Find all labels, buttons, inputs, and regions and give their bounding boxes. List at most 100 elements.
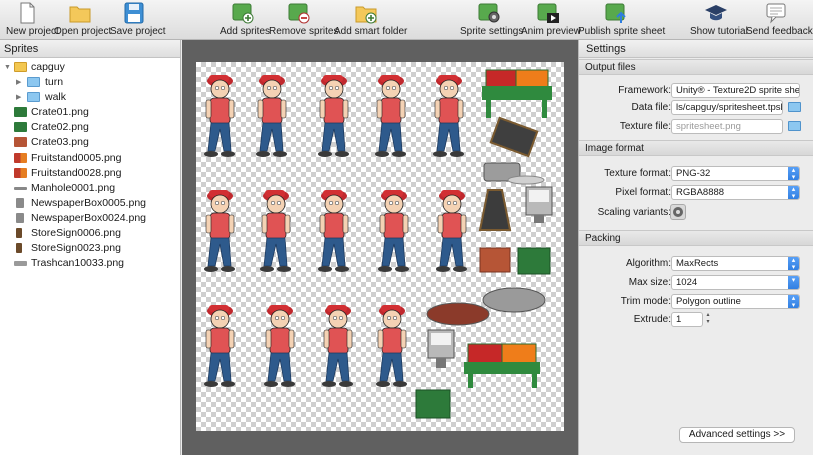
gear-icon bbox=[478, 3, 500, 23]
algorithm-label: Algorithm: bbox=[625, 258, 671, 269]
trim-mode-value: Polygon outline bbox=[676, 296, 741, 307]
capguy-sprite bbox=[377, 189, 410, 273]
store-sign-thumbnail-icon bbox=[16, 228, 22, 239]
extrude-stepper-icon[interactable]: ▴ ▾ bbox=[704, 312, 712, 327]
tree-item-crate01[interactable]: Crate01.png bbox=[0, 105, 180, 120]
browse-texture-file-folder-icon[interactable] bbox=[788, 121, 801, 131]
manhole-thumbnail-icon bbox=[14, 186, 27, 190]
play-preview-icon bbox=[537, 3, 559, 23]
add-sprites-label: Add sprites bbox=[220, 26, 271, 37]
newspaper-box-thumbnail-icon bbox=[16, 212, 24, 223]
add-sprites-button[interactable]: Add sprites bbox=[220, 2, 271, 38]
folder-icon bbox=[27, 77, 40, 88]
tree-item-fruitstand0028[interactable]: Fruitstand0028.png bbox=[0, 166, 180, 181]
newspaper-box-sprite bbox=[525, 186, 553, 223]
framework-select[interactable]: Unity® - Texture2D sprite sheet bbox=[671, 83, 800, 98]
remove-sprites-button[interactable]: Remove sprites bbox=[269, 2, 339, 38]
extrude-field[interactable]: 1 bbox=[671, 312, 703, 327]
speech-bubble-icon bbox=[766, 3, 786, 24]
send-feedback-label: Send feedback bbox=[746, 26, 813, 37]
sprite-settings-label: Sprite settings bbox=[460, 26, 524, 37]
new-project-button[interactable]: New project bbox=[6, 2, 59, 38]
crate-sprite bbox=[415, 389, 451, 419]
capguy-sprite bbox=[435, 189, 468, 273]
settings-panel: Settings Output files Framework: Unity® … bbox=[578, 40, 813, 455]
fruitstand-thumbnail-icon bbox=[14, 167, 27, 178]
sprite-sheet-preview[interactable] bbox=[196, 62, 564, 431]
remove-sprite-icon bbox=[288, 3, 310, 24]
save-project-button[interactable]: Save project bbox=[110, 2, 166, 38]
tree-item-label: capguy bbox=[31, 61, 65, 73]
extrude-label: Extrude: bbox=[633, 314, 671, 325]
texture-file-field[interactable]: spritesheet.png bbox=[671, 119, 783, 134]
tree-item-crate03[interactable]: Crate03.png bbox=[0, 135, 180, 150]
send-feedback-button[interactable]: Send feedback bbox=[746, 2, 813, 38]
tree-item-manhole0001[interactable]: Manhole0001.png bbox=[0, 181, 180, 196]
framework-label: Framework: bbox=[618, 85, 671, 96]
tree-item-turn[interactable]: ▶ turn bbox=[0, 75, 180, 90]
open-project-button[interactable]: Open project bbox=[54, 2, 112, 38]
scaling-variants-gear-button[interactable] bbox=[670, 204, 686, 220]
expand-triangle-icon[interactable]: ▶ bbox=[16, 75, 21, 90]
publish-sprite-sheet-button[interactable]: Publish sprite sheet bbox=[578, 2, 665, 38]
texture-file-placeholder: spritesheet.png bbox=[676, 121, 741, 132]
tree-item-capguy[interactable]: ▼ capguy bbox=[0, 60, 180, 75]
sprite-sheet-artwork bbox=[203, 69, 553, 419]
show-tutorial-button[interactable]: Show tutorial bbox=[690, 2, 748, 38]
texture-format-label: Texture format: bbox=[604, 168, 671, 179]
expand-triangle-icon[interactable]: ▶ bbox=[16, 90, 21, 105]
tree-item-storesign0023[interactable]: StoreSign0023.png bbox=[0, 241, 180, 256]
max-size-select[interactable]: 1024 ▾ bbox=[671, 275, 800, 290]
remove-sprites-label: Remove sprites bbox=[269, 26, 339, 37]
data-file-label: Data file: bbox=[631, 102, 671, 113]
tree-item-label: Crate02.png bbox=[31, 121, 89, 134]
tree-item-storesign0006[interactable]: StoreSign0006.png bbox=[0, 226, 180, 241]
section-image-format: Image format bbox=[579, 140, 813, 156]
capguy-sprite bbox=[432, 74, 465, 158]
tree-item-walk[interactable]: ▶ walk bbox=[0, 90, 180, 105]
tree-item-label: StoreSign0006.png bbox=[31, 227, 121, 240]
max-size-label: Max size: bbox=[628, 277, 671, 288]
tree-item-fruitstand0005[interactable]: Fruitstand0005.png bbox=[0, 151, 180, 166]
data-file-field[interactable]: ls/capguy/spritesheet.tpsheet bbox=[671, 100, 783, 115]
sprites-panel-title: Sprites bbox=[0, 40, 180, 58]
tree-item-crate02[interactable]: Crate02.png bbox=[0, 120, 180, 135]
gear-icon bbox=[673, 207, 683, 217]
dropdown-arrow-icon: ▾ bbox=[788, 276, 799, 289]
store-sign-thumbnail-icon bbox=[16, 243, 22, 254]
open-project-label: Open project bbox=[54, 26, 112, 37]
texture-format-select[interactable]: PNG-32 ▴ ▾ bbox=[671, 166, 800, 181]
sprite-sheet-canvas[interactable] bbox=[182, 40, 578, 455]
tree-item-trashcan10033[interactable]: Trashcan10033.png bbox=[0, 256, 180, 271]
capguy-sprite bbox=[374, 74, 407, 158]
capguy-sprite bbox=[203, 189, 236, 273]
pixel-format-value: RGBA8888 bbox=[676, 187, 725, 198]
add-smart-folder-button[interactable]: Add smart folder bbox=[334, 2, 407, 38]
sprite-settings-button[interactable]: Sprite settings bbox=[460, 2, 524, 38]
select-arrows-icon: ▴ ▾ bbox=[788, 186, 799, 199]
crate-thumbnail-icon bbox=[14, 107, 27, 118]
add-sprite-icon bbox=[232, 3, 254, 24]
expand-triangle-icon[interactable]: ▼ bbox=[4, 60, 11, 75]
folder-icon bbox=[27, 92, 40, 103]
tree-item-newspaperbox0024[interactable]: NewspaperBox0024.png bbox=[0, 211, 180, 226]
tree-item-label: Fruitstand0028.png bbox=[31, 166, 122, 179]
algorithm-select[interactable]: MaxRects ▴ ▾ bbox=[671, 256, 800, 271]
tree-item-label: NewspaperBox0005.png bbox=[31, 196, 146, 209]
show-tutorial-label: Show tutorial bbox=[690, 26, 748, 37]
browse-data-file-folder-icon[interactable] bbox=[788, 102, 801, 112]
graduation-cap-icon bbox=[705, 5, 727, 21]
crate-thumbnail-icon bbox=[14, 137, 27, 148]
tree-item-label: Trashcan10033.png bbox=[31, 257, 125, 270]
pixel-format-select[interactable]: RGBA8888 ▴ ▾ bbox=[671, 185, 800, 200]
tree-item-newspaperbox0005[interactable]: NewspaperBox0005.png bbox=[0, 196, 180, 211]
publish-icon bbox=[605, 3, 626, 23]
trim-mode-select[interactable]: Polygon outline ▴ ▾ bbox=[671, 294, 800, 309]
anim-preview-button[interactable]: Anim preview bbox=[521, 2, 581, 38]
advanced-settings-button[interactable]: Advanced settings >> bbox=[679, 427, 795, 443]
fruitstand-thumbnail-icon bbox=[14, 152, 27, 163]
capguy-sprite bbox=[203, 74, 236, 158]
section-output-files: Output files bbox=[579, 59, 813, 75]
new-document-icon bbox=[20, 2, 35, 24]
capguy-sprite bbox=[375, 304, 408, 388]
